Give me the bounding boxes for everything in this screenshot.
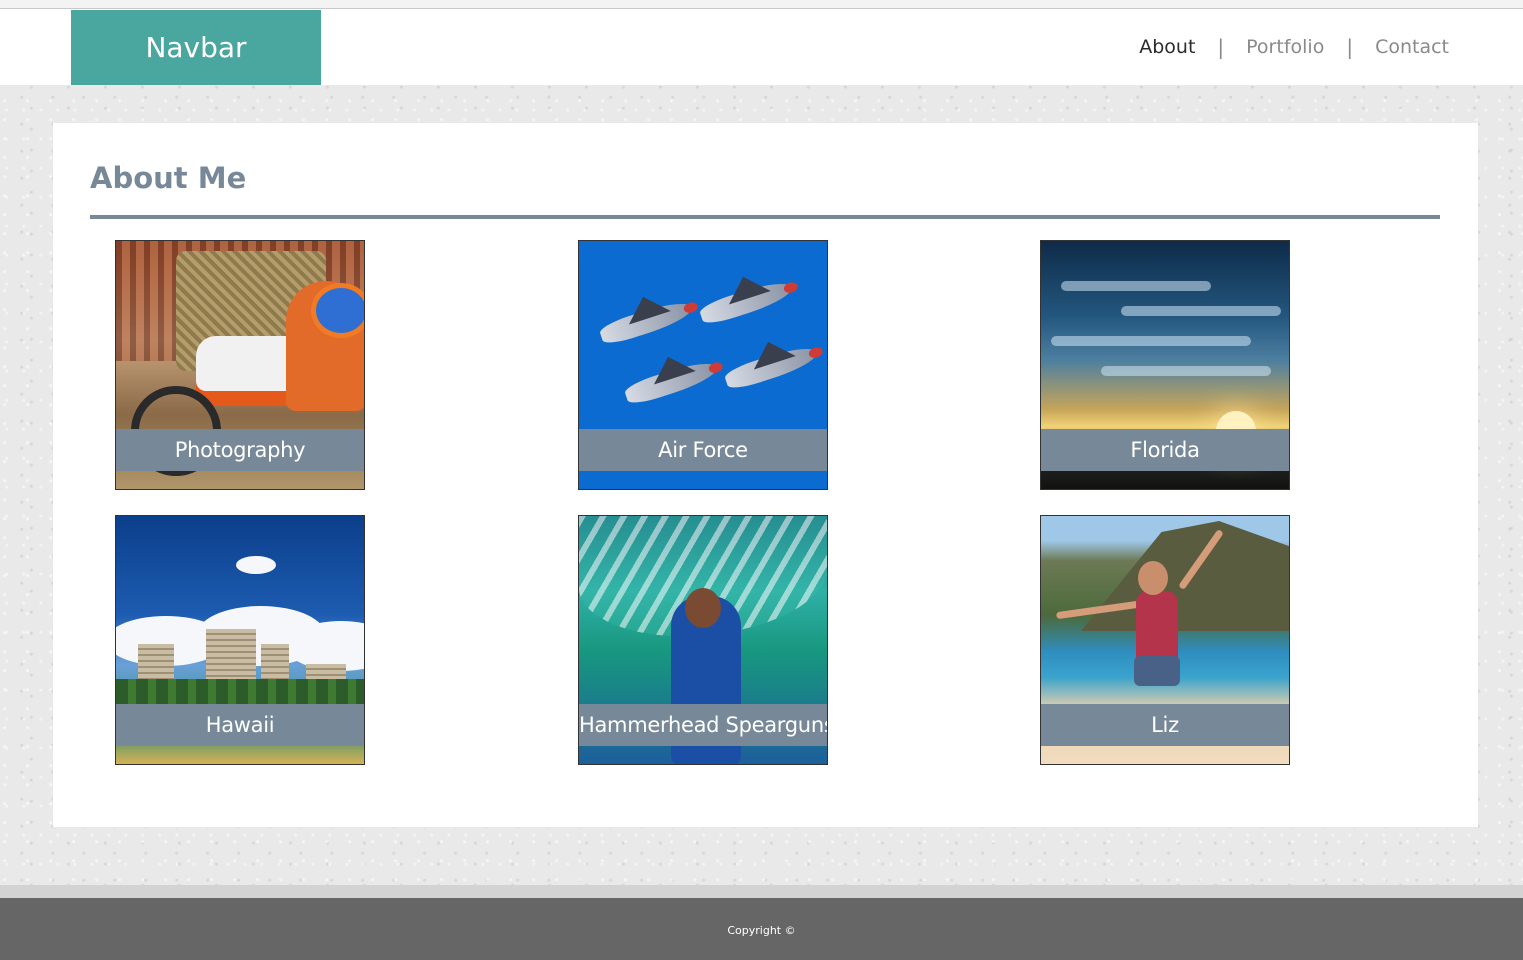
navbar-brand[interactable]: Navbar bbox=[71, 10, 321, 85]
tile-caption: Photography bbox=[116, 429, 364, 471]
tile-photography[interactable]: Photography bbox=[115, 240, 365, 490]
tile-caption: Air Force bbox=[579, 429, 827, 471]
footer-band bbox=[0, 885, 1523, 898]
title-divider bbox=[90, 215, 1440, 219]
tile-hammerhead-spearguns[interactable]: Hammerhead Spearguns bbox=[578, 515, 828, 765]
tile-liz[interactable]: Liz bbox=[1040, 515, 1290, 765]
nav-separator: | bbox=[1346, 35, 1354, 59]
nav-link-portfolio[interactable]: Portfolio bbox=[1246, 36, 1324, 58]
nav-link-contact[interactable]: Contact bbox=[1375, 36, 1449, 58]
tile-caption: Hammerhead Spearguns bbox=[579, 704, 827, 746]
top-border bbox=[0, 0, 1523, 9]
navbar: Navbar About | Portfolio | Contact bbox=[0, 9, 1523, 85]
nav-separator: | bbox=[1217, 35, 1225, 59]
nav-links: About | Portfolio | Contact bbox=[1139, 9, 1449, 85]
footer: Copyright © bbox=[0, 898, 1523, 960]
tile-caption: Hawaii bbox=[116, 704, 364, 746]
about-panel: About Me Photography Air Force Florida H… bbox=[53, 123, 1478, 827]
page-title: About Me bbox=[90, 161, 247, 195]
nav-link-about[interactable]: About bbox=[1139, 36, 1195, 58]
tile-florida[interactable]: Florida bbox=[1040, 240, 1290, 490]
tile-air-force[interactable]: Air Force bbox=[578, 240, 828, 490]
tile-caption: Florida bbox=[1041, 429, 1289, 471]
tile-caption: Liz bbox=[1041, 704, 1289, 746]
tile-hawaii[interactable]: Hawaii bbox=[115, 515, 365, 765]
copyright-text: Copyright © bbox=[727, 924, 796, 937]
